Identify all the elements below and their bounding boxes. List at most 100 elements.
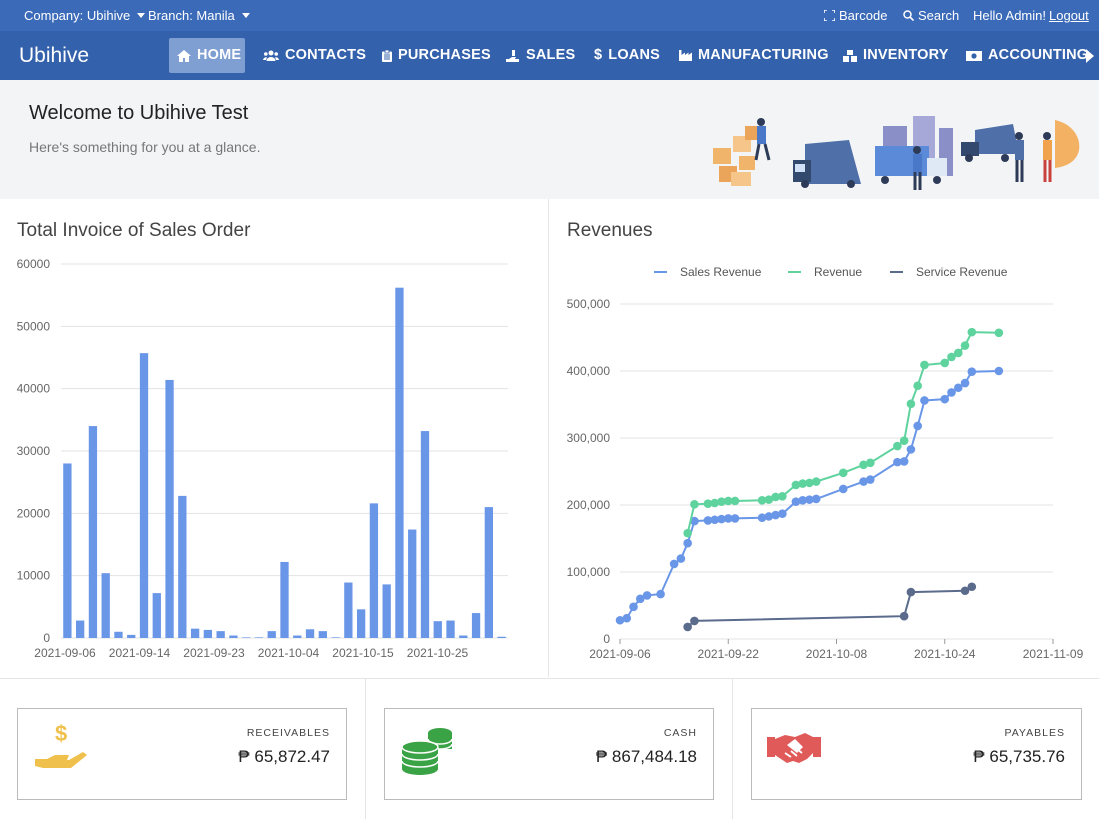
barcode-link[interactable]: Barcode [824,0,887,31]
welcome-title: Welcome to Ubihive Test [29,102,249,124]
data-point [811,477,821,486]
bar [356,609,366,638]
company-selector[interactable]: Company: Ubihive [24,0,146,31]
bar [76,620,85,638]
line-y-tick-label: 0 [603,632,610,646]
bar [88,426,98,638]
data-point [899,457,909,466]
bar [127,634,136,638]
bar-y-tick-label: 40000 [17,382,51,396]
nav-item-label: PURCHASES [398,47,491,63]
receivables-card[interactable]: $ RECEIVABLES ₱ 65,872.47 [17,708,347,800]
welcome-subtitle: Here's something for you at a glance. [29,139,261,155]
bar-x-tick-label: 2021-10-25 [407,646,469,660]
nav-item-purchases[interactable]: PURCHASES [374,38,499,73]
data-point [960,341,970,350]
bar [267,631,276,638]
cash-card[interactable]: CASH ₱ 867,484.18 [384,708,714,800]
nav-item-label: MANUFACTURING [698,47,829,63]
legend-label: Sales Revenue [680,265,762,279]
cash-column: CASH ₱ 867,484.18 [366,679,733,819]
bar [484,507,493,638]
bar [305,629,315,638]
data-point [953,348,963,358]
data-point [906,445,916,454]
bar [408,529,417,638]
data-point [683,538,692,548]
search-link[interactable]: Search [903,0,959,31]
data-point [940,358,950,368]
bar [293,635,302,638]
logout-label: Logout [1049,8,1089,23]
company-selector-label: Company: Ubihive [24,8,131,23]
payables-column: PAYABLES ₱ 65,735.76 [733,679,1099,819]
welcome-banner: Welcome to Ubihive Test Here's something… [0,80,1099,199]
line-y-tick-label: 200,000 [567,498,611,512]
data-point [906,587,916,597]
cash-value: ₱ 867,484.18 [595,747,697,766]
bar [280,561,289,638]
series-line [687,585,973,628]
data-point [899,436,909,445]
users-icon [263,50,279,61]
search-label: Search [918,8,960,23]
data-point [778,509,787,519]
bar [459,635,468,638]
line-x-tick-label: 2021-09-22 [698,647,760,661]
line-x-tick-label: 2021-09-06 [589,647,651,661]
data-point [642,591,652,600]
nav-item-accounting[interactable]: ACCOUNTING [958,38,1096,73]
bar [471,613,481,638]
branch-selector[interactable]: Branch: Manila [148,0,250,31]
bar [420,431,430,638]
data-point [676,554,686,563]
logistics-illustration [713,116,1080,190]
nav-item-contacts[interactable]: CONTACTS [255,38,374,73]
bar [254,637,264,638]
nav-item-label: INVENTORY [863,47,949,63]
data-point [690,500,699,509]
bar-y-tick-label: 0 [43,631,50,645]
line-x-tick-label: 2021-10-24 [914,647,976,661]
bar [203,629,213,638]
receivables-value: ₱ 65,872.47 [238,747,330,766]
bar-y-tick-label: 20000 [17,506,51,520]
main-navbar: Ubihive HOME CONTACTS PURCHASES SALES $ … [0,31,1099,80]
revenues-line-chart: 0 100,000 200,000 300,000 400,000 500,000 2021… [567,265,1084,661]
data-point [866,458,875,468]
factory-icon [679,50,692,61]
nav-scroll-right-icon[interactable] [1086,49,1094,63]
receivables-label: RECEIVABLES [246,727,330,739]
data-point [994,366,1004,376]
expand-icon [824,10,835,21]
data-point [690,616,699,626]
bar-y-tick-label: 30000 [17,444,51,458]
bar-x-tick-label: 2021-10-04 [258,646,320,660]
nav-item-loans[interactable]: $ LOANS [586,38,668,73]
brand-logo[interactable]: Ubihive [19,31,89,80]
payables-card[interactable]: PAYABLES ₱ 65,735.76 [751,708,1082,800]
bar [369,503,379,638]
data-point [960,378,970,388]
logout-link[interactable]: Logout [1049,0,1089,31]
coins-stack-icon [401,728,453,775]
bar [433,621,442,638]
bar [497,636,506,638]
nav-item-home[interactable]: HOME [169,38,245,73]
legend-label: Service Revenue [916,265,1008,279]
data-point [811,494,821,504]
caret-down-icon [241,13,250,18]
payables-label: PAYABLES [1004,727,1065,739]
nav-item-inventory[interactable]: INVENTORY [835,38,957,73]
receivables-column: $ RECEIVABLES ₱ 65,872.47 [0,679,366,819]
nav-item-manufacturing[interactable]: MANUFACTURING [671,38,837,73]
bar [395,287,404,638]
payables-value: ₱ 65,735.76 [973,747,1065,766]
bar [331,637,340,638]
nav-item-sales[interactable]: SALES [498,38,583,73]
svg-text:$: $ [55,723,67,746]
sales-order-invoice-panel: Total Invoice of Sales Order 0 10000 20000… [0,199,549,677]
data-point [656,589,665,599]
dollar-icon: $ [594,47,603,63]
data-point [913,381,922,391]
